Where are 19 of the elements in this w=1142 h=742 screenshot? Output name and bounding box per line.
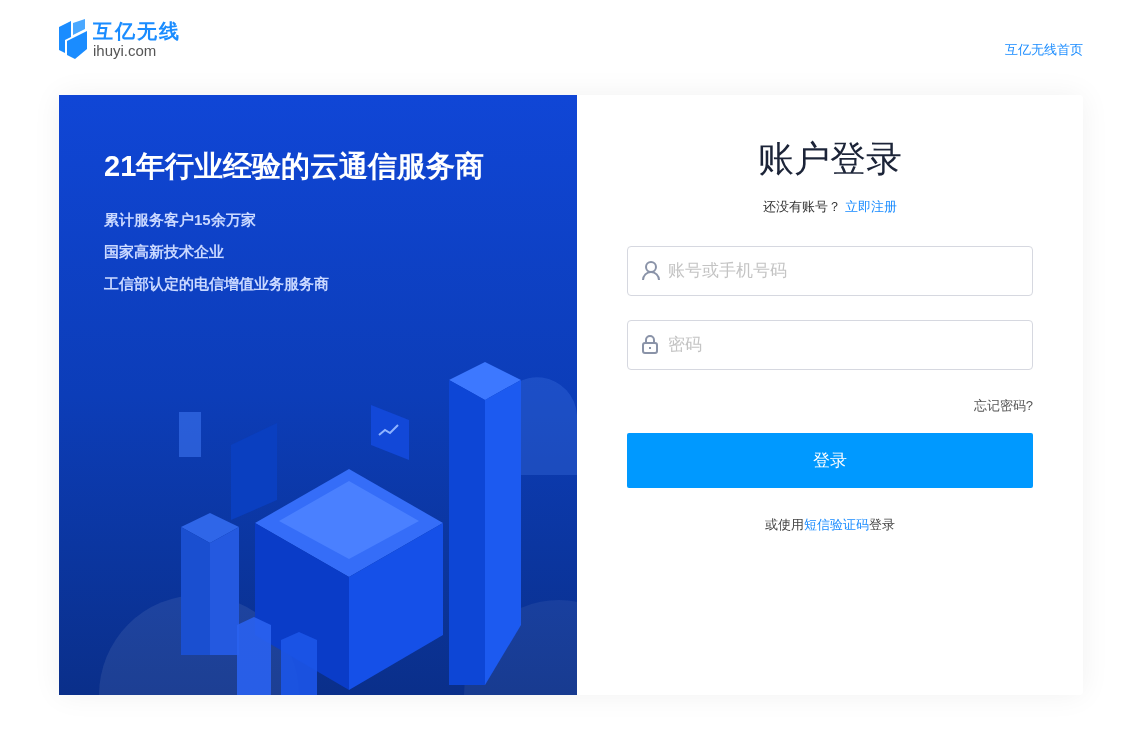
user-icon xyxy=(642,260,660,281)
register-link[interactable]: 立即注册 xyxy=(845,199,897,214)
password-field[interactable]: 密码 xyxy=(627,319,1033,370)
home-link[interactable]: 互亿无线首页 xyxy=(1005,40,1083,60)
sms-code-link[interactable]: 短信验证码 xyxy=(804,517,869,532)
forgot-password-link[interactable]: 忘记密码? xyxy=(973,395,1033,415)
logo-icon xyxy=(59,19,87,59)
promo-point: 累计服务客户15余万家 xyxy=(104,209,257,230)
logo-name: 互亿无线 xyxy=(93,20,181,41)
sms-login-text: 或使用短信验证码登录 xyxy=(765,516,895,534)
login-button[interactable]: 登录 xyxy=(627,433,1033,488)
promo-title: 21年行业经验的云通信服务商 xyxy=(104,149,486,184)
promo-point: 工信部认定的电信增值业务服务商 xyxy=(104,273,330,294)
lock-icon xyxy=(642,335,658,354)
promo-point: 国家高新技术企业 xyxy=(104,241,225,262)
login-title: 账户登录 xyxy=(758,137,902,181)
account-field[interactable]: 账号或手机号码 xyxy=(627,245,1033,296)
register-prompt: 还没有账号？ 立即注册 xyxy=(763,198,897,216)
logo-domain: ihuyi.com xyxy=(93,42,158,58)
